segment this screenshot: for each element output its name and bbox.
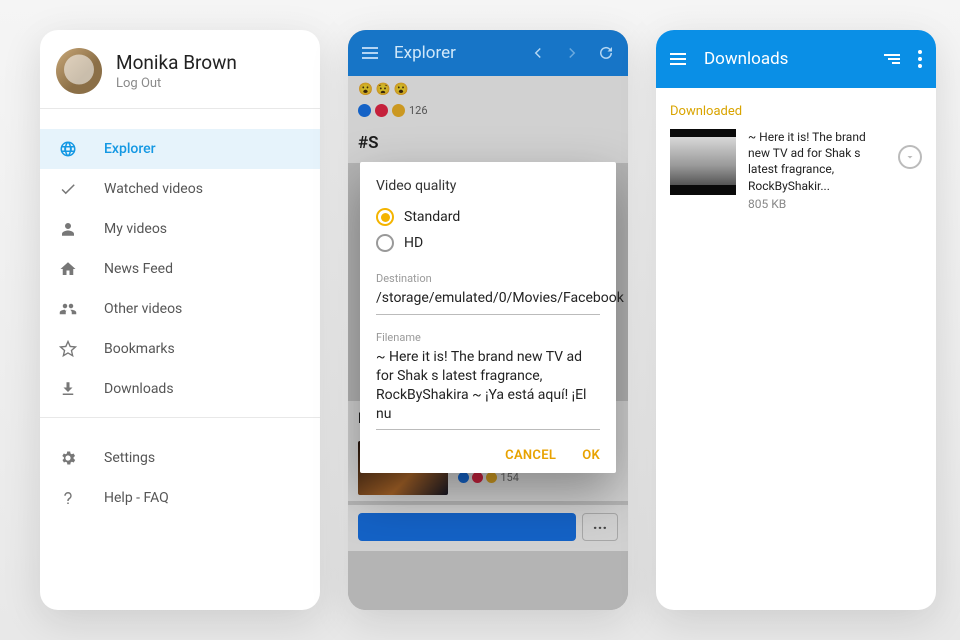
radio-icon — [376, 208, 394, 226]
radio-icon — [376, 234, 394, 252]
group-icon — [58, 299, 78, 319]
drawer-header: Monika Brown Log Out — [40, 30, 320, 108]
reactions-count: 126 — [409, 104, 428, 117]
emoji-row: 😮 😧 😮 — [348, 76, 628, 102]
dialog-title: Video quality — [376, 178, 600, 194]
menu-item-settings[interactable]: Settings — [40, 438, 320, 478]
menu-label: Downloads — [104, 381, 174, 397]
explorer-title: Explorer — [394, 43, 456, 63]
menu-label: Settings — [104, 450, 155, 466]
back-icon[interactable] — [528, 43, 548, 63]
cancel-button[interactable]: CANCEL — [505, 448, 556, 463]
menu-label: Bookmarks — [104, 341, 175, 357]
radio-standard[interactable]: Standard — [376, 204, 600, 230]
refresh-icon[interactable] — [596, 43, 616, 63]
sort-icon[interactable] — [884, 54, 900, 64]
more-button[interactable]: ··· — [582, 513, 618, 541]
explorer-topbar: Explorer — [348, 30, 628, 76]
filename-field[interactable]: ~ Here it is! The brand new TV ad for Sh… — [376, 344, 600, 431]
action-bar: ··· — [348, 505, 628, 551]
downloads-title: Downloads — [704, 49, 788, 69]
download-thumbnail — [670, 129, 736, 195]
download-item[interactable]: ~ Here it is! The brand new TV ad for Sh… — [670, 129, 922, 212]
menu-item-myvideos[interactable]: My videos — [40, 209, 320, 249]
avatar[interactable] — [56, 48, 102, 94]
radio-label: Standard — [404, 209, 460, 225]
check-icon — [58, 179, 78, 199]
person-icon — [58, 219, 78, 239]
download-size: 805 KB — [748, 196, 886, 212]
menu-label: News Feed — [104, 261, 173, 277]
wow-icon — [392, 104, 405, 117]
user-name: Monika Brown — [116, 51, 237, 74]
primary-action-button[interactable] — [358, 513, 576, 541]
dialog-actions: CANCEL OK — [376, 448, 600, 463]
expand-button[interactable] — [898, 145, 922, 169]
destination-label: Destination — [376, 272, 600, 285]
filename-label: Filename — [376, 331, 600, 344]
ok-button[interactable]: OK — [582, 448, 600, 463]
section-heading: Downloaded — [670, 104, 922, 119]
menu-item-help[interactable]: Help - FAQ — [40, 478, 320, 518]
drawer-panel: Monika Brown Log Out Explorer Watched vi… — [40, 30, 320, 610]
hash-heading: #S — [348, 123, 628, 163]
love-icon — [375, 104, 388, 117]
menu-icon[interactable] — [360, 43, 380, 63]
drawer-extra: Settings Help - FAQ — [40, 418, 320, 518]
gear-icon — [58, 448, 78, 468]
download-icon — [58, 379, 78, 399]
logout-link[interactable]: Log Out — [116, 76, 237, 91]
reactions-row: 126 — [348, 102, 628, 123]
star-icon — [58, 339, 78, 359]
menu-label: Other videos — [104, 301, 182, 317]
downloads-body: Downloaded ~ Here it is! The brand new T… — [656, 88, 936, 222]
help-icon — [58, 488, 78, 508]
like-icon — [458, 472, 469, 483]
menu-item-watched[interactable]: Watched videos — [40, 169, 320, 209]
menu-item-bookmarks[interactable]: Bookmarks — [40, 329, 320, 369]
forward-icon[interactable] — [562, 43, 582, 63]
menu-item-downloads[interactable]: Downloads — [40, 369, 320, 409]
menu-item-other[interactable]: Other videos — [40, 289, 320, 329]
menu-item-explorer[interactable]: Explorer — [40, 129, 320, 169]
menu-item-newsfeed[interactable]: News Feed — [40, 249, 320, 289]
menu-label: Explorer — [104, 141, 156, 157]
explorer-panel: Explorer 😮 😧 😮 126 #S Philanthropy / Fil… — [348, 30, 628, 610]
filename-value: ~ Here it is! The brand new TV ad for Sh… — [376, 348, 600, 424]
menu-label: Watched videos — [104, 181, 203, 197]
radio-label: HD — [404, 235, 423, 251]
download-dialog: Video quality Standard HD Destination /s… — [360, 162, 616, 473]
globe-icon — [58, 139, 78, 159]
destination-value: /storage/emulated/0/Movies/Facebook — [376, 289, 624, 308]
downloads-panel: Downloads Downloaded ~ Here it is! The b… — [656, 30, 936, 610]
drawer-menu: Explorer Watched videos My videos News F… — [40, 109, 320, 409]
home-icon — [58, 259, 78, 279]
destination-field[interactable]: /storage/emulated/0/Movies/Facebook — [376, 285, 600, 315]
menu-label: Help - FAQ — [104, 490, 169, 506]
menu-label: My videos — [104, 221, 167, 237]
love-icon — [472, 472, 483, 483]
radio-hd[interactable]: HD — [376, 230, 600, 256]
overflow-icon[interactable] — [918, 50, 922, 68]
download-title: ~ Here it is! The brand new TV ad for Sh… — [748, 129, 886, 194]
menu-icon[interactable] — [670, 53, 686, 65]
wow-icon — [486, 472, 497, 483]
like-icon — [358, 104, 371, 117]
downloads-topbar: Downloads — [656, 30, 936, 88]
